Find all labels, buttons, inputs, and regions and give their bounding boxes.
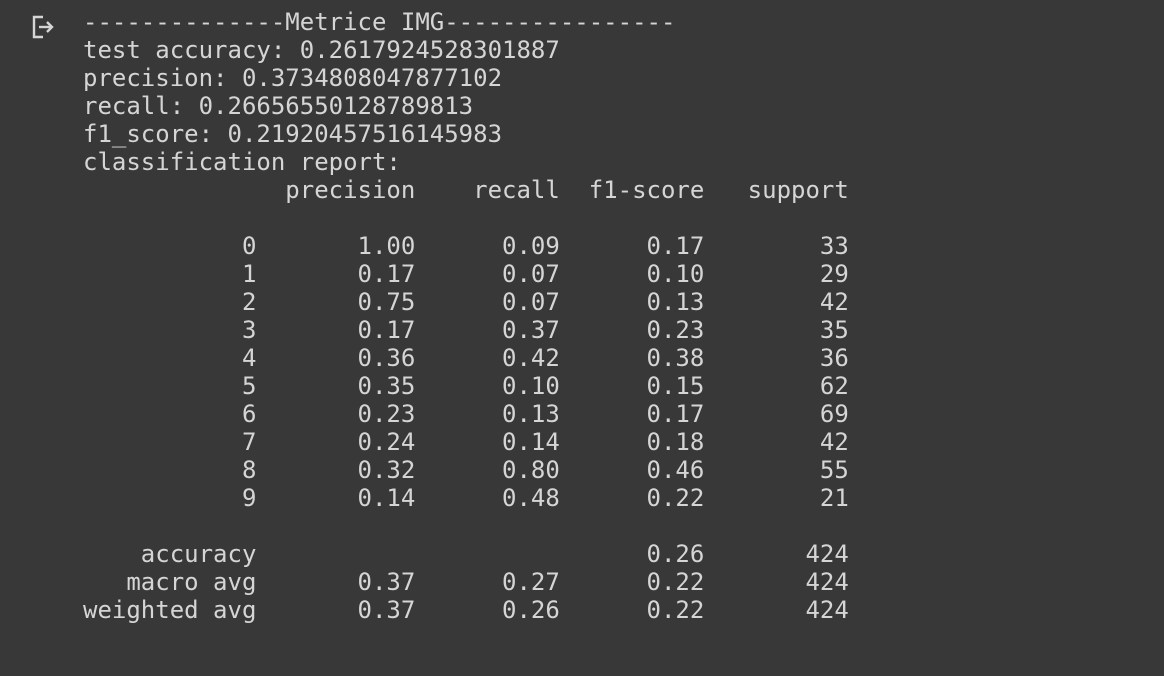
report-row-class-5: 5 0.35 0.10 0.15 62 xyxy=(83,372,849,400)
report-row-class-4: 4 0.36 0.42 0.38 36 xyxy=(83,344,849,372)
cell-output-area: --------------Metrice IMG---------------… xyxy=(0,0,1164,676)
report-row-weighted-avg: weighted avg 0.37 0.26 0.22 424 xyxy=(83,596,849,624)
output-line-header: --------------Metrice IMG---------------… xyxy=(83,8,676,36)
output-line-f1-score: f1_score: 0.21920457516145983 xyxy=(83,120,503,148)
report-column-headers: precision recall f1-score support xyxy=(83,176,849,204)
report-row-class-7: 7 0.24 0.14 0.18 42 xyxy=(83,428,849,456)
report-row-class-2: 2 0.75 0.07 0.13 42 xyxy=(83,288,849,316)
report-row-class-1: 1 0.17 0.07 0.10 29 xyxy=(83,260,849,288)
report-row-accuracy: accuracy 0.26 424 xyxy=(83,540,849,568)
output-line-recall: recall: 0.26656550128789813 xyxy=(83,92,474,120)
output-line-precision: precision: 0.3734808047877102 xyxy=(83,64,503,92)
output-line-test-accuracy: test accuracy: 0.2617924528301887 xyxy=(83,36,560,64)
report-row-class-0: 0 1.00 0.09 0.17 33 xyxy=(83,232,849,260)
output-clear-icon[interactable] xyxy=(30,14,56,40)
output-text: --------------Metrice IMG---------------… xyxy=(83,8,849,624)
report-row-macro-avg: macro avg 0.37 0.27 0.22 424 xyxy=(83,568,849,596)
report-row-class-8: 8 0.32 0.80 0.46 55 xyxy=(83,456,849,484)
report-row-class-3: 3 0.17 0.37 0.23 35 xyxy=(83,316,849,344)
report-row-class-6: 6 0.23 0.13 0.17 69 xyxy=(83,400,849,428)
report-row-class-9: 9 0.14 0.48 0.22 21 xyxy=(83,484,849,512)
output-line-report-title: classification report: xyxy=(83,148,401,176)
